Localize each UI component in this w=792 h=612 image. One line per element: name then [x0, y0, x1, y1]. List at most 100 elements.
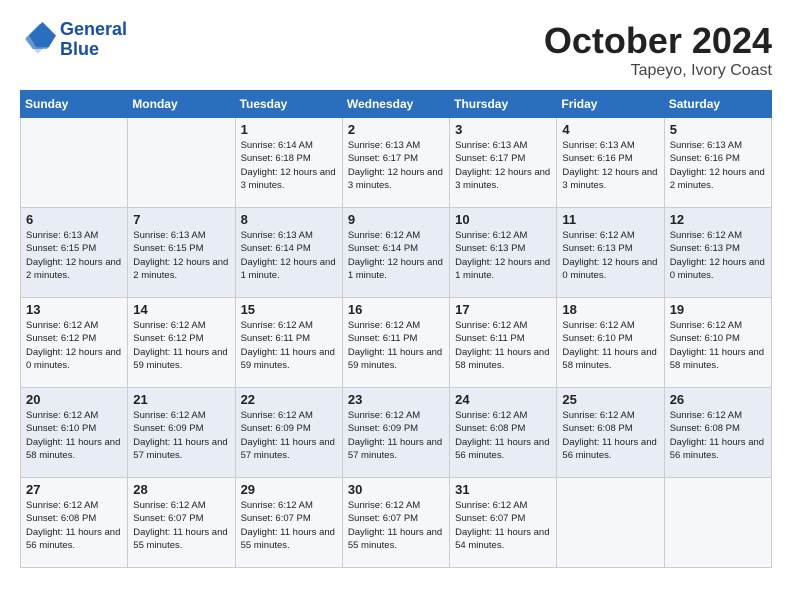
day-cell: 5 Sunrise: 6:13 AM Sunset: 6:16 PM Daylig… — [664, 118, 771, 208]
day-cell — [21, 118, 128, 208]
logo-text: General Blue — [60, 20, 127, 60]
day-info: Sunrise: 6:12 AM Sunset: 6:12 PM Dayligh… — [26, 319, 122, 372]
day-info: Sunrise: 6:13 AM Sunset: 6:16 PM Dayligh… — [670, 139, 766, 192]
calendar-table: SundayMondayTuesdayWednesdayThursdayFrid… — [20, 90, 772, 568]
day-cell: 16 Sunrise: 6:12 AM Sunset: 6:11 PM Dayli… — [342, 298, 449, 388]
day-info: Sunrise: 6:13 AM Sunset: 6:15 PM Dayligh… — [26, 229, 122, 282]
header-cell-friday: Friday — [557, 91, 664, 118]
day-cell: 14 Sunrise: 6:12 AM Sunset: 6:12 PM Dayli… — [128, 298, 235, 388]
day-info: Sunrise: 6:12 AM Sunset: 6:14 PM Dayligh… — [348, 229, 444, 282]
header-cell-sunday: Sunday — [21, 91, 128, 118]
day-info: Sunrise: 6:13 AM Sunset: 6:16 PM Dayligh… — [562, 139, 658, 192]
day-number: 7 — [133, 212, 229, 227]
day-info: Sunrise: 6:12 AM Sunset: 6:08 PM Dayligh… — [455, 409, 551, 462]
week-row-1: 6 Sunrise: 6:13 AM Sunset: 6:15 PM Daylig… — [21, 208, 772, 298]
day-cell: 15 Sunrise: 6:12 AM Sunset: 6:11 PM Dayli… — [235, 298, 342, 388]
location-subtitle: Tapeyo, Ivory Coast — [544, 62, 772, 80]
calendar-header: SundayMondayTuesdayWednesdayThursdayFrid… — [21, 91, 772, 118]
day-cell: 28 Sunrise: 6:12 AM Sunset: 6:07 PM Dayli… — [128, 478, 235, 568]
day-info: Sunrise: 6:12 AM Sunset: 6:11 PM Dayligh… — [348, 319, 444, 372]
day-number: 16 — [348, 302, 444, 317]
day-number: 25 — [562, 392, 658, 407]
day-info: Sunrise: 6:12 AM Sunset: 6:09 PM Dayligh… — [348, 409, 444, 462]
day-number: 28 — [133, 482, 229, 497]
day-cell: 19 Sunrise: 6:12 AM Sunset: 6:10 PM Dayli… — [664, 298, 771, 388]
day-info: Sunrise: 6:12 AM Sunset: 6:12 PM Dayligh… — [133, 319, 229, 372]
day-cell: 26 Sunrise: 6:12 AM Sunset: 6:08 PM Dayli… — [664, 388, 771, 478]
day-number: 18 — [562, 302, 658, 317]
day-cell: 30Sunrise: 6:12 AM Sunset: 6:07 PM Dayli… — [342, 478, 449, 568]
day-cell: 27Sunrise: 6:12 AM Sunset: 6:08 PM Dayli… — [21, 478, 128, 568]
day-cell: 25 Sunrise: 6:12 AM Sunset: 6:08 PM Dayli… — [557, 388, 664, 478]
day-number: 29 — [241, 482, 337, 497]
day-info: Sunrise: 6:13 AM Sunset: 6:17 PM Dayligh… — [455, 139, 551, 192]
day-info: Sunrise: 6:12 AM Sunset: 6:09 PM Dayligh… — [241, 409, 337, 462]
week-row-0: 1 Sunrise: 6:14 AM Sunset: 6:18 PM Daylig… — [21, 118, 772, 208]
day-number: 6 — [26, 212, 122, 227]
day-info: Sunrise: 6:12 AM Sunset: 6:07 PM Dayligh… — [133, 499, 229, 552]
week-row-2: 13Sunrise: 6:12 AM Sunset: 6:12 PM Dayli… — [21, 298, 772, 388]
day-number: 4 — [562, 122, 658, 137]
day-number: 21 — [133, 392, 229, 407]
day-cell — [557, 478, 664, 568]
day-number: 15 — [241, 302, 337, 317]
day-info: Sunrise: 6:12 AM Sunset: 6:13 PM Dayligh… — [455, 229, 551, 282]
day-info: Sunrise: 6:12 AM Sunset: 6:11 PM Dayligh… — [241, 319, 337, 372]
day-number: 8 — [241, 212, 337, 227]
day-number: 10 — [455, 212, 551, 227]
day-number: 24 — [455, 392, 551, 407]
day-number: 5 — [670, 122, 766, 137]
day-cell: 9 Sunrise: 6:12 AM Sunset: 6:14 PM Daylig… — [342, 208, 449, 298]
day-cell: 7 Sunrise: 6:13 AM Sunset: 6:15 PM Daylig… — [128, 208, 235, 298]
day-cell: 12Sunrise: 6:12 AM Sunset: 6:13 PM Dayli… — [664, 208, 771, 298]
day-info: Sunrise: 6:13 AM Sunset: 6:15 PM Dayligh… — [133, 229, 229, 282]
day-number: 1 — [241, 122, 337, 137]
day-cell: 8 Sunrise: 6:13 AM Sunset: 6:14 PM Daylig… — [235, 208, 342, 298]
day-cell: 11Sunrise: 6:12 AM Sunset: 6:13 PM Dayli… — [557, 208, 664, 298]
day-info: Sunrise: 6:14 AM Sunset: 6:18 PM Dayligh… — [241, 139, 337, 192]
day-cell: 3 Sunrise: 6:13 AM Sunset: 6:17 PM Daylig… — [450, 118, 557, 208]
day-cell: 2Sunrise: 6:13 AM Sunset: 6:17 PM Daylig… — [342, 118, 449, 208]
day-cell: 1 Sunrise: 6:14 AM Sunset: 6:18 PM Daylig… — [235, 118, 342, 208]
day-cell: 6 Sunrise: 6:13 AM Sunset: 6:15 PM Daylig… — [21, 208, 128, 298]
logo: General Blue — [20, 20, 127, 60]
header-cell-thursday: Thursday — [450, 91, 557, 118]
header-cell-saturday: Saturday — [664, 91, 771, 118]
day-number: 9 — [348, 212, 444, 227]
day-cell: 22Sunrise: 6:12 AM Sunset: 6:09 PM Dayli… — [235, 388, 342, 478]
logo-icon — [20, 22, 56, 58]
day-cell: 17Sunrise: 6:12 AM Sunset: 6:11 PM Dayli… — [450, 298, 557, 388]
day-info: Sunrise: 6:12 AM Sunset: 6:08 PM Dayligh… — [670, 409, 766, 462]
day-info: Sunrise: 6:12 AM Sunset: 6:10 PM Dayligh… — [562, 319, 658, 372]
day-cell: 20Sunrise: 6:12 AM Sunset: 6:10 PM Dayli… — [21, 388, 128, 478]
day-cell: 29 Sunrise: 6:12 AM Sunset: 6:07 PM Dayli… — [235, 478, 342, 568]
day-number: 19 — [670, 302, 766, 317]
title-block: October 2024 Tapeyo, Ivory Coast — [544, 20, 772, 80]
day-number: 3 — [455, 122, 551, 137]
day-number: 26 — [670, 392, 766, 407]
day-number: 23 — [348, 392, 444, 407]
month-title: October 2024 — [544, 20, 772, 62]
day-number: 20 — [26, 392, 122, 407]
day-number: 14 — [133, 302, 229, 317]
day-info: Sunrise: 6:12 AM Sunset: 6:10 PM Dayligh… — [670, 319, 766, 372]
day-cell: 31Sunrise: 6:12 AM Sunset: 6:07 PM Dayli… — [450, 478, 557, 568]
day-info: Sunrise: 6:12 AM Sunset: 6:08 PM Dayligh… — [26, 499, 122, 552]
logo-line2: Blue — [60, 40, 127, 60]
header-cell-tuesday: Tuesday — [235, 91, 342, 118]
day-info: Sunrise: 6:12 AM Sunset: 6:07 PM Dayligh… — [348, 499, 444, 552]
day-cell — [128, 118, 235, 208]
day-cell: 4 Sunrise: 6:13 AM Sunset: 6:16 PM Daylig… — [557, 118, 664, 208]
day-info: Sunrise: 6:12 AM Sunset: 6:11 PM Dayligh… — [455, 319, 551, 372]
day-cell: 23 Sunrise: 6:12 AM Sunset: 6:09 PM Dayli… — [342, 388, 449, 478]
week-row-4: 27Sunrise: 6:12 AM Sunset: 6:08 PM Dayli… — [21, 478, 772, 568]
day-cell: 10 Sunrise: 6:12 AM Sunset: 6:13 PM Dayli… — [450, 208, 557, 298]
logo-line1: General — [60, 20, 127, 40]
day-cell: 21Sunrise: 6:12 AM Sunset: 6:09 PM Dayli… — [128, 388, 235, 478]
day-info: Sunrise: 6:13 AM Sunset: 6:17 PM Dayligh… — [348, 139, 444, 192]
day-info: Sunrise: 6:12 AM Sunset: 6:08 PM Dayligh… — [562, 409, 658, 462]
day-info: Sunrise: 6:12 AM Sunset: 6:13 PM Dayligh… — [670, 229, 766, 282]
day-cell — [664, 478, 771, 568]
day-info: Sunrise: 6:12 AM Sunset: 6:07 PM Dayligh… — [241, 499, 337, 552]
day-info: Sunrise: 6:13 AM Sunset: 6:14 PM Dayligh… — [241, 229, 337, 282]
